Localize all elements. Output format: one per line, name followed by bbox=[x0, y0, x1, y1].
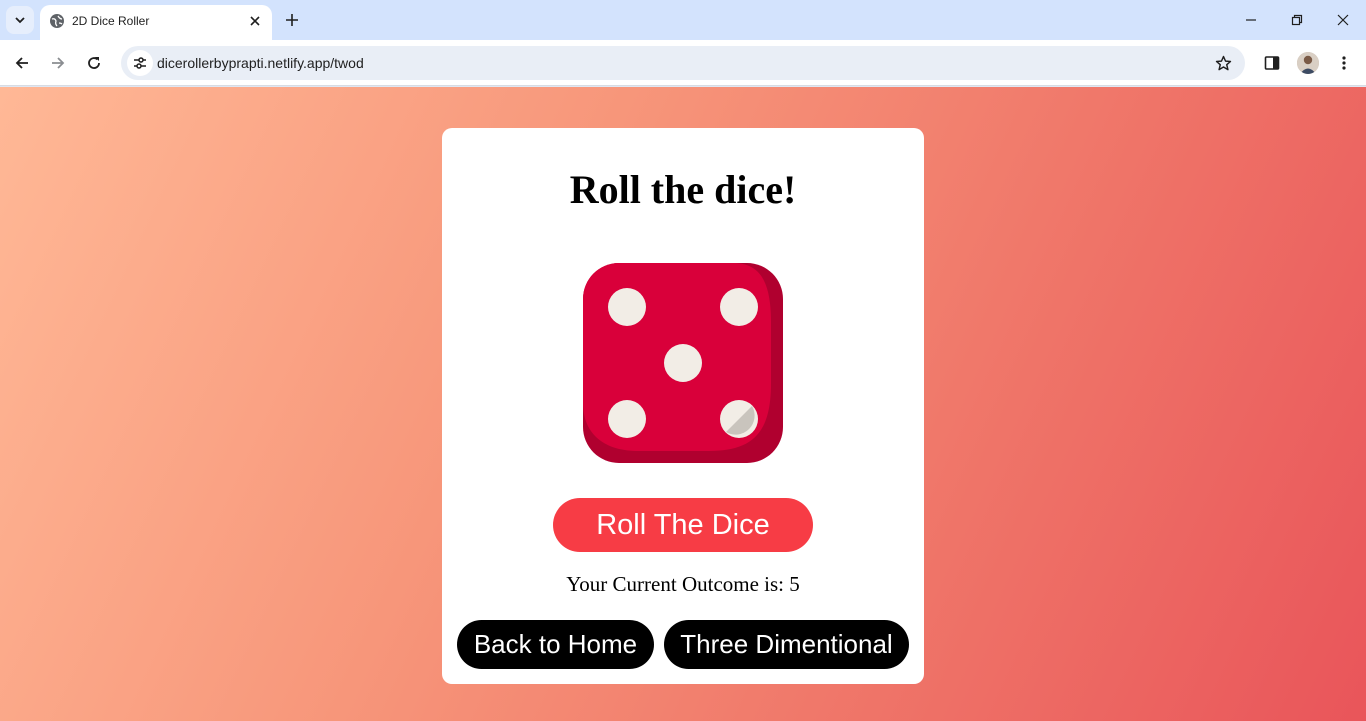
dice-pip bbox=[608, 288, 646, 326]
url-text[interactable]: dicerollerbyprapti.netlify.app/twod bbox=[157, 55, 364, 71]
close-tab-button[interactable] bbox=[246, 12, 264, 30]
roll-the-dice-button[interactable]: Roll The Dice bbox=[553, 498, 813, 552]
three-dimensional-button[interactable]: Three Dimentional bbox=[664, 620, 909, 669]
tab-strip: 2D Dice Roller bbox=[0, 0, 1366, 40]
forward-button[interactable] bbox=[44, 49, 72, 77]
dice-card: Roll the dice! Roll The Dice Your Curren… bbox=[442, 128, 924, 684]
close-icon bbox=[1337, 14, 1349, 26]
new-tab-button[interactable] bbox=[280, 8, 304, 32]
minimize-button[interactable] bbox=[1228, 0, 1274, 40]
restore-button[interactable] bbox=[1274, 0, 1320, 40]
arrow-right-icon bbox=[52, 57, 65, 69]
reload-button[interactable] bbox=[80, 49, 108, 77]
side-panel-icon bbox=[1264, 56, 1280, 70]
restore-icon bbox=[1291, 14, 1303, 26]
plus-icon bbox=[286, 14, 298, 26]
site-info-button[interactable] bbox=[127, 50, 153, 76]
side-panel-button[interactable] bbox=[1258, 49, 1286, 77]
active-tab[interactable]: 2D Dice Roller bbox=[40, 5, 272, 40]
star-icon bbox=[1215, 55, 1231, 70]
page-background: Roll the dice! Roll The Dice Your Curren… bbox=[0, 87, 1366, 721]
avatar bbox=[1297, 52, 1319, 74]
close-icon bbox=[250, 16, 260, 26]
tab-list-button[interactable] bbox=[6, 6, 34, 34]
dice-face-image bbox=[583, 263, 783, 463]
tune-icon bbox=[134, 57, 146, 69]
close-window-button[interactable] bbox=[1320, 0, 1366, 40]
dice-pip bbox=[608, 400, 646, 438]
profile-button[interactable] bbox=[1294, 49, 1322, 77]
outcome-text: Your Current Outcome is: 5 bbox=[566, 572, 800, 596]
globe-icon bbox=[50, 14, 64, 28]
tab-title: 2D Dice Roller bbox=[72, 14, 150, 28]
address-bar[interactable]: dicerollerbyprapti.netlify.app/twod bbox=[121, 46, 1245, 80]
dice-pip bbox=[664, 344, 702, 382]
reload-icon bbox=[88, 57, 100, 69]
minimize-icon bbox=[1246, 19, 1256, 21]
dice-pip bbox=[720, 288, 758, 326]
kebab-menu-icon bbox=[1342, 56, 1346, 70]
menu-button[interactable] bbox=[1330, 49, 1358, 77]
page-title: Roll the dice! bbox=[569, 167, 797, 212]
chevron-down-icon bbox=[15, 17, 25, 24]
arrow-left-icon bbox=[15, 57, 28, 69]
back-button[interactable] bbox=[8, 49, 36, 77]
bookmark-button[interactable] bbox=[1213, 53, 1233, 73]
back-to-home-button[interactable]: Back to Home bbox=[457, 620, 654, 669]
browser-toolbar: dicerollerbyprapti.netlify.app/twod bbox=[0, 40, 1366, 86]
